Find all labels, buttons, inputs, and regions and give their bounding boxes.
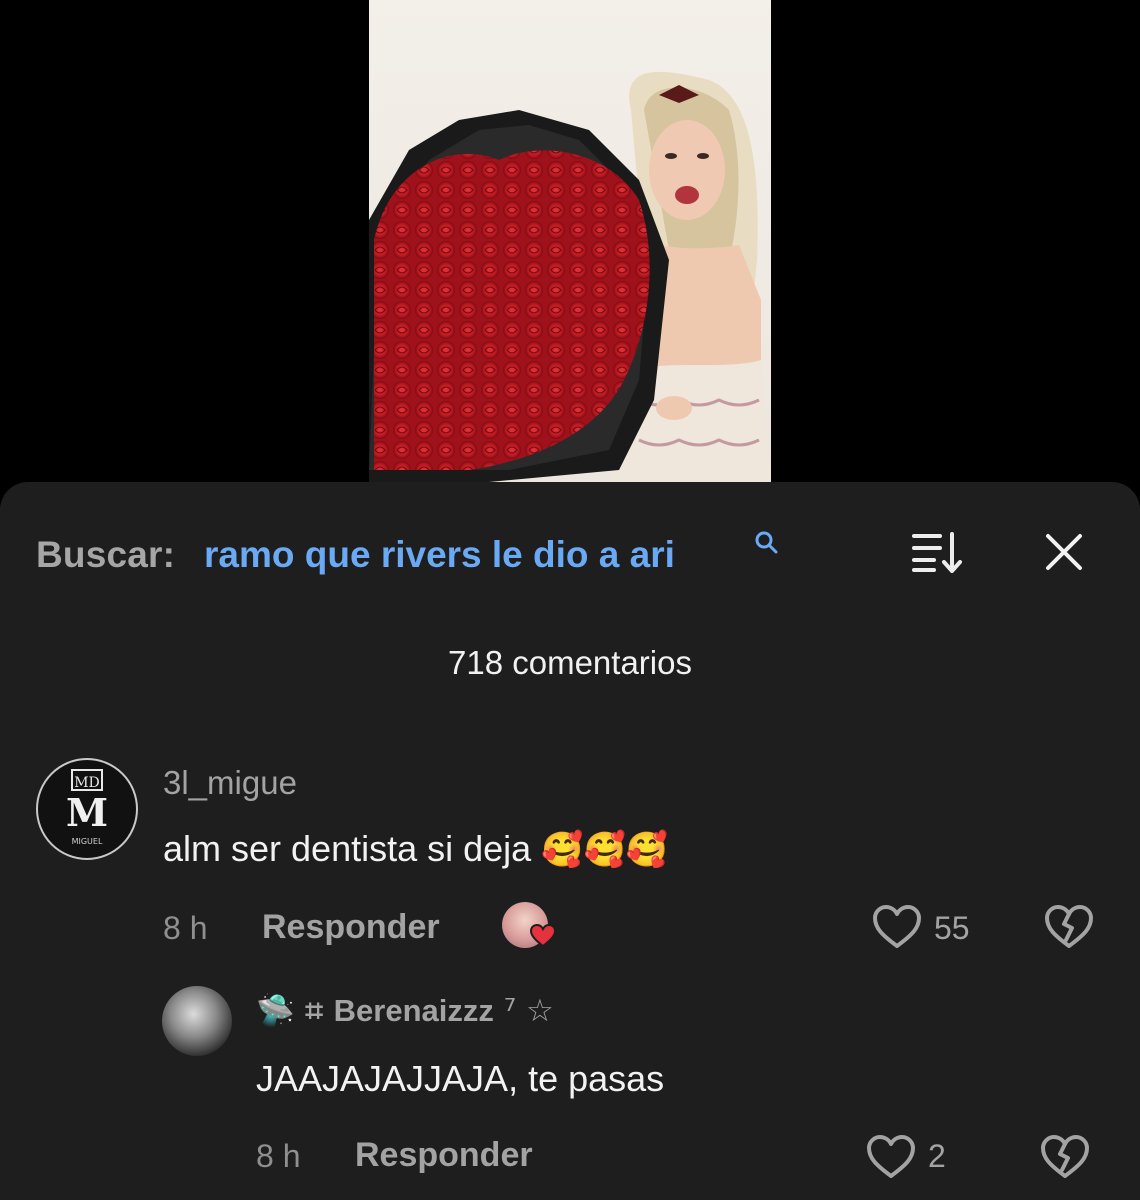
svg-text:M: M <box>66 790 108 835</box>
dislike-icon[interactable] <box>1040 1134 1090 1185</box>
like-icon[interactable] <box>872 904 922 955</box>
comment-time: 8 h <box>163 910 208 946</box>
like-count: 55 <box>934 910 970 946</box>
search-bar[interactable]: Buscar: ramo que rivers le dio a ari <box>36 530 1104 580</box>
reply-time: 8 h <box>256 1138 301 1174</box>
search-label: Buscar: <box>36 534 176 575</box>
like-count: 2 <box>928 1138 946 1174</box>
reply-text: JAAJAJAJJAJA, te pasas <box>256 1058 665 1099</box>
avatar-label: MIGUEL <box>72 837 103 846</box>
comments-count: 718 comentarios <box>448 644 692 681</box>
avatar[interactable]: MD M MIGUEL <box>36 758 138 860</box>
search-query[interactable]: ramo que rivers le dio a ari <box>204 534 675 576</box>
dislike-icon[interactable] <box>1044 904 1094 955</box>
heart-icon <box>529 923 557 953</box>
svg-text:MD: MD <box>74 775 100 791</box>
comments-sheet: Buscar: ramo que rivers le dio a ari 718… <box>0 482 1140 1200</box>
reply-button[interactable]: Responder <box>262 908 440 947</box>
search-icon[interactable] <box>754 530 780 561</box>
username-prefix: 🛸 ⌗ <box>256 993 334 1029</box>
sort-icon[interactable] <box>910 530 966 579</box>
comment-text-body: alm ser dentista si deja <box>163 828 532 869</box>
comment-emojis: 🥰🥰🥰 <box>541 830 669 870</box>
close-icon[interactable] <box>1044 532 1084 577</box>
like-icon[interactable] <box>866 1134 916 1185</box>
comment-username[interactable]: 3l_migue <box>163 764 297 802</box>
video-thumbnail[interactable] <box>369 0 771 482</box>
reply-username[interactable]: 🛸 ⌗ Berenaizzz ⁷ ☆ <box>256 992 554 1030</box>
reply-username-text: Berenaizzz <box>333 993 494 1028</box>
video-image <box>369 71 771 482</box>
reply-button[interactable]: Responder <box>355 1136 533 1175</box>
avatar[interactable] <box>162 986 232 1056</box>
comment-text: alm ser dentista si deja 🥰🥰🥰 <box>163 828 668 870</box>
username-suffix: ⁷ ☆ <box>493 993 554 1029</box>
